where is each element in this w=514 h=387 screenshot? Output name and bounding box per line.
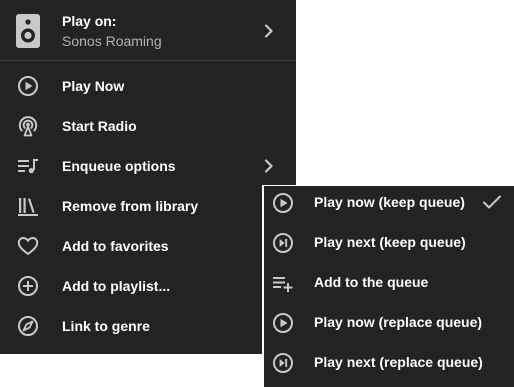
skip-next-circle-icon	[273, 233, 293, 253]
submenu-item-label: Play next (keep queue)	[314, 234, 466, 250]
submenu-item-play-next-keep-queue[interactable]: Play next (keep queue)	[264, 226, 514, 266]
submenu-item-play-now-replace-queue[interactable]: Play now (replace queue)	[264, 306, 514, 346]
submenu-item-play-now-keep-queue[interactable]: Play now (keep queue)	[264, 186, 514, 226]
menu-item-enqueue-options[interactable]: Enqueue options	[0, 146, 296, 186]
checkmark-icon	[483, 195, 501, 209]
menu-item-start-radio[interactable]: Start Radio	[0, 106, 296, 146]
submenu-item-label: Add to the queue	[314, 274, 429, 290]
play-circle-icon	[18, 76, 38, 96]
enqueue-options-submenu: Play now (keep queue) Play next (keep qu…	[262, 185, 514, 387]
compass-icon	[18, 316, 38, 336]
play-circle-icon	[273, 193, 293, 213]
chevron-right-icon	[264, 159, 273, 173]
play-on-text: Play on: Sonos Roaming	[62, 12, 162, 51]
menu-item-remove-from-library[interactable]: Remove from library	[0, 186, 296, 226]
play-on-title: Play on:	[62, 13, 117, 29]
menu-item-play-now[interactable]: Play Now	[0, 66, 296, 106]
playlist-add-icon	[273, 277, 293, 292]
menu-item-link-to-genre[interactable]: Link to genre	[0, 306, 296, 346]
play-on-player: Sonos Roaming	[62, 33, 162, 49]
chevron-right-icon	[264, 24, 273, 38]
submenu-item-play-next-replace-queue[interactable]: Play next (replace queue)	[264, 346, 514, 386]
menu-item-label: Enqueue options	[62, 158, 176, 174]
menu-item-label: Start Radio	[62, 118, 137, 134]
play-on-header[interactable]: Play on: Sonos Roaming	[0, 0, 296, 61]
add-circle-icon	[18, 276, 38, 296]
radio-icon	[18, 116, 38, 137]
speaker-icon	[16, 14, 40, 48]
menu-item-label: Play Now	[62, 78, 125, 94]
library-icon	[18, 198, 38, 216]
menu-item-label: Add to playlist...	[62, 278, 171, 294]
submenu-item-label: Play now (keep queue)	[314, 194, 465, 210]
submenu-item-label: Play now (replace queue)	[314, 314, 483, 330]
queue-music-icon	[18, 159, 38, 174]
menu-item-label: Link to genre	[62, 318, 150, 334]
context-menu-root: Play on: Sonos Roaming Play Now Start Ra…	[0, 0, 514, 387]
menu-item-add-to-playlist[interactable]: Add to playlist...	[0, 266, 296, 306]
menu-item-label: Remove from library	[62, 198, 199, 214]
menu-item-label: Add to favorites	[62, 238, 169, 254]
skip-next-circle-icon	[273, 353, 293, 373]
heart-icon	[17, 237, 39, 255]
context-menu: Play on: Sonos Roaming Play Now Start Ra…	[0, 0, 296, 354]
submenu-item-add-to-queue[interactable]: Add to the queue	[264, 266, 514, 306]
menu-item-add-to-favorites[interactable]: Add to favorites	[0, 226, 296, 266]
submenu-item-label: Play next (replace queue)	[314, 354, 483, 370]
play-circle-icon	[273, 313, 293, 333]
